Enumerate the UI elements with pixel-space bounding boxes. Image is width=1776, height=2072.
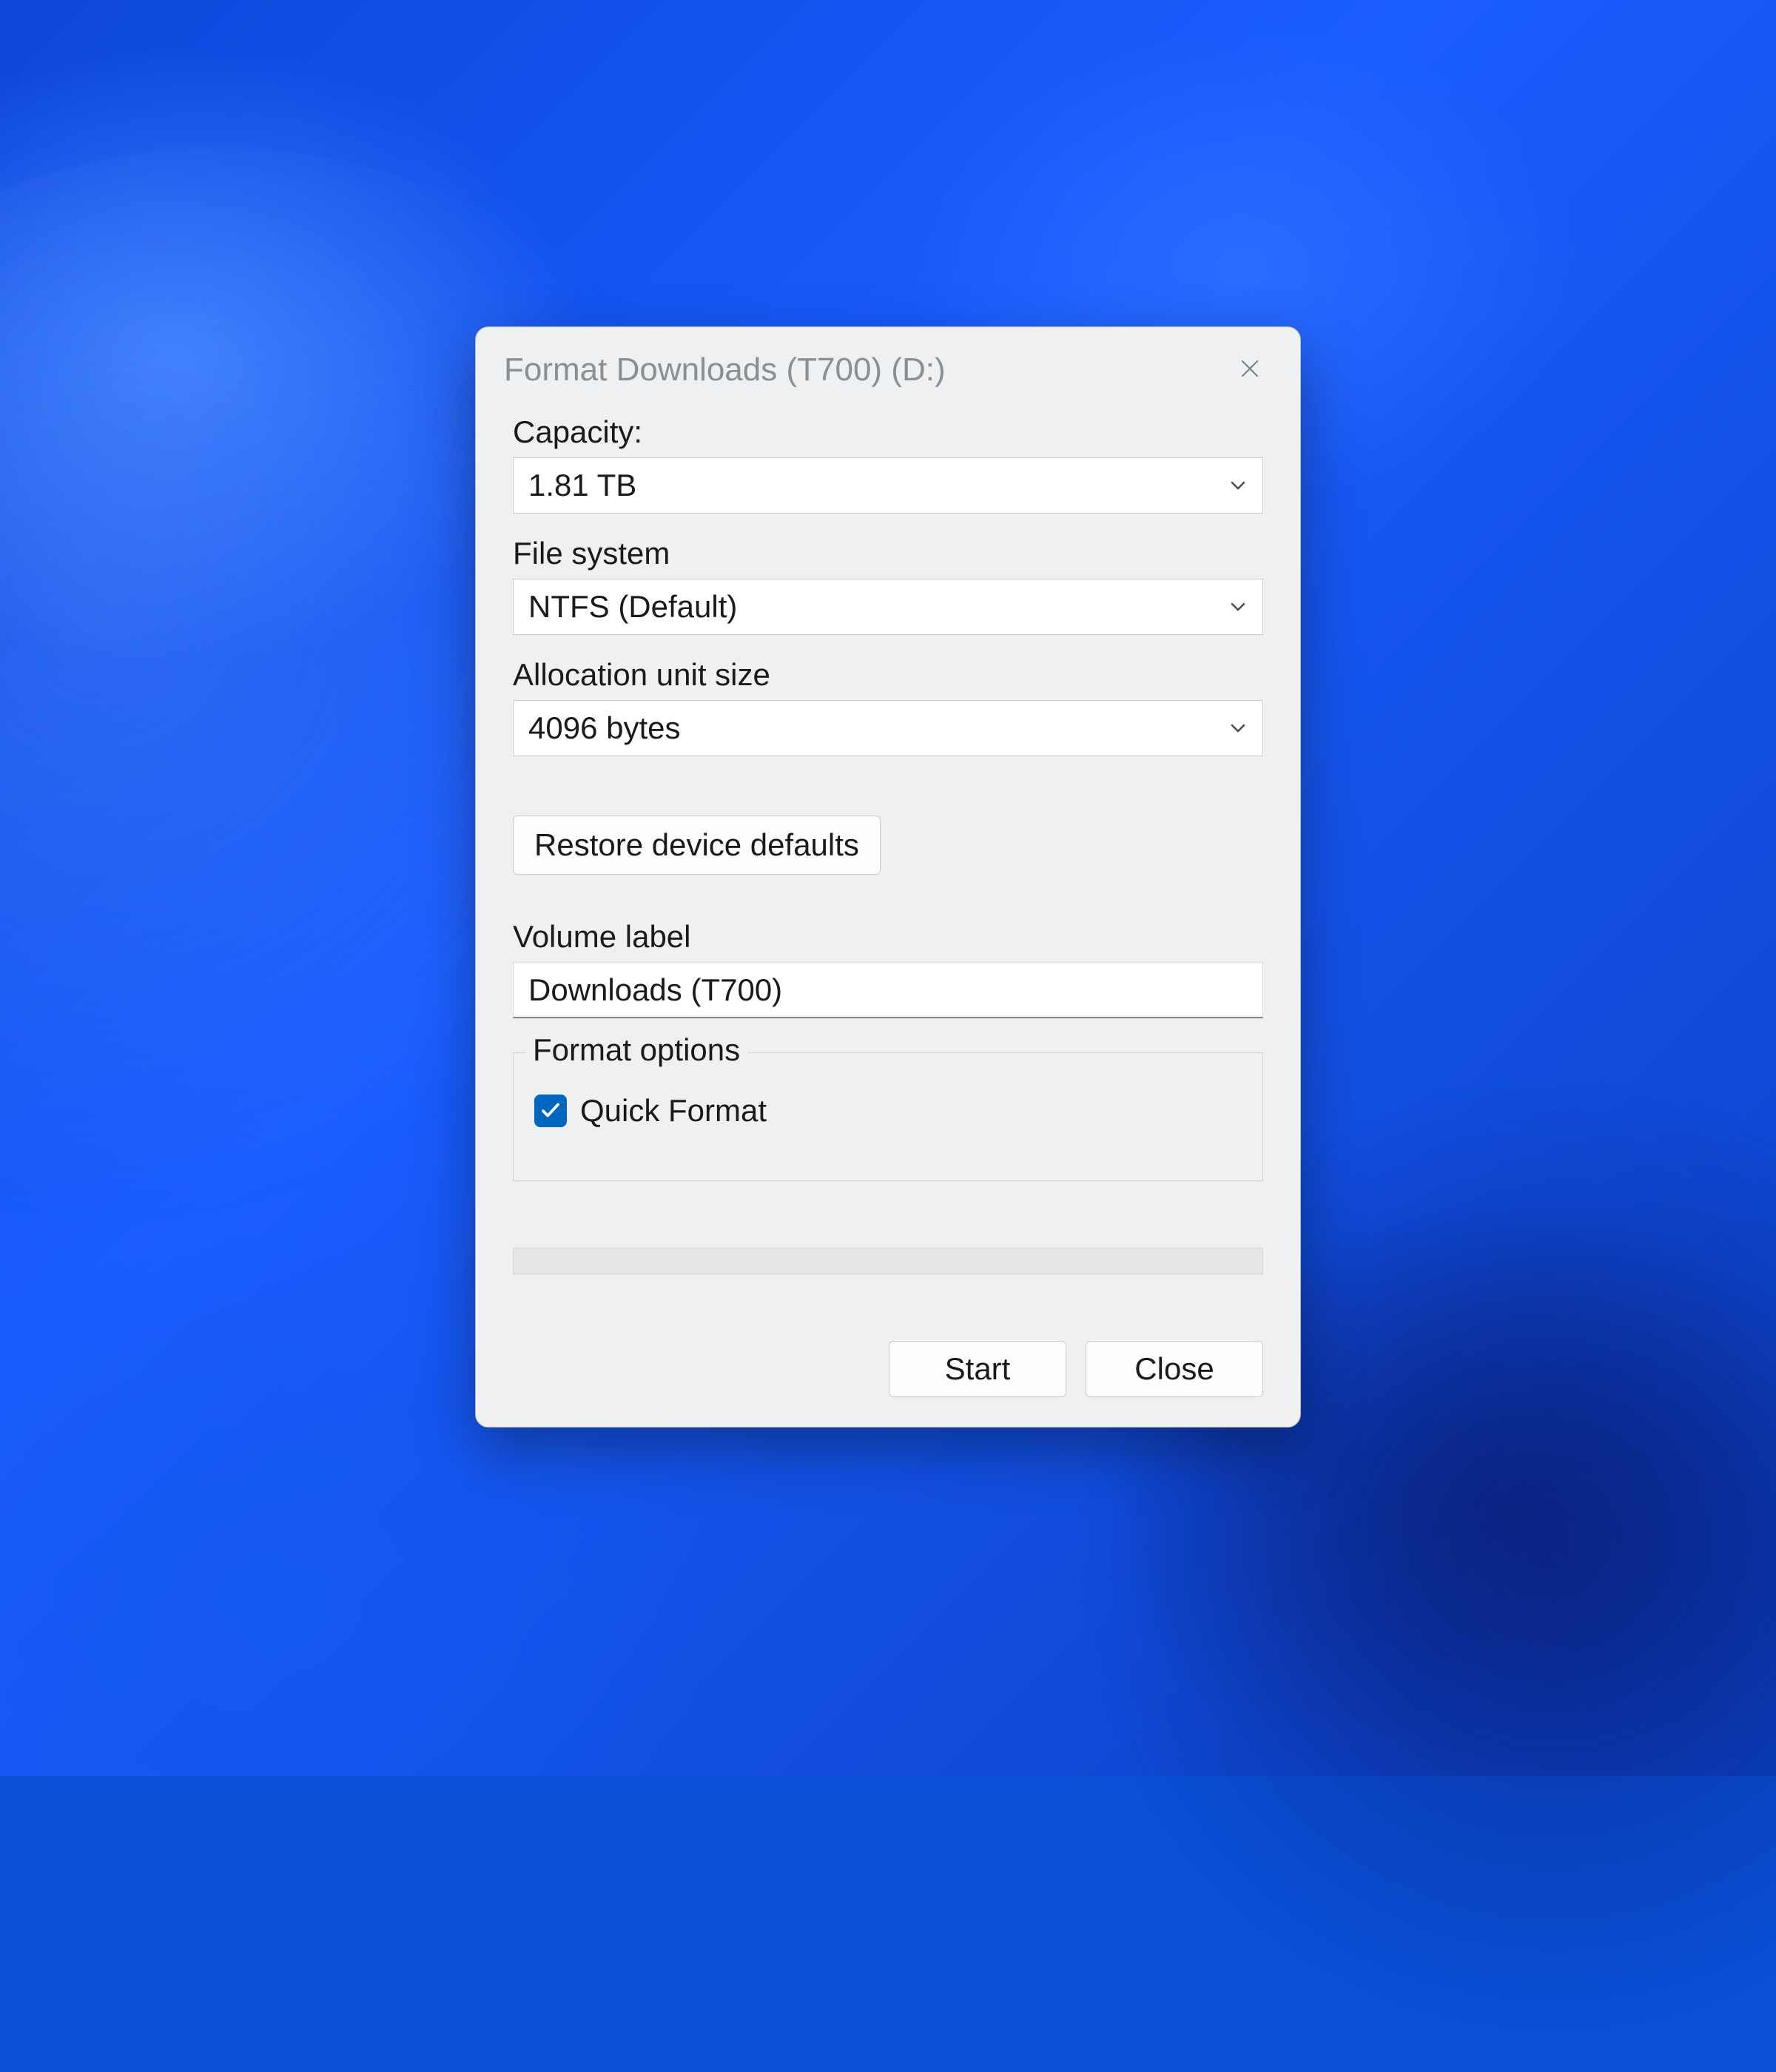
allocation-select[interactable]: 4096 bytes [513, 700, 1263, 756]
chevron-down-icon [1227, 710, 1249, 746]
format-options-group: Format options Quick Format [513, 1052, 1263, 1181]
filesystem-select[interactable]: NTFS (Default) [513, 579, 1263, 635]
chevron-down-icon [1227, 589, 1249, 625]
volume-label-input[interactable] [513, 962, 1263, 1018]
filesystem-value: NTFS (Default) [528, 589, 737, 625]
quick-format-checkbox[interactable] [534, 1094, 567, 1127]
format-dialog: Format Downloads (T700) (D:) Capacity: 1… [475, 326, 1301, 1427]
chevron-down-icon [1227, 468, 1249, 503]
allocation-label: Allocation unit size [513, 657, 1263, 693]
format-progress-bar [513, 1248, 1263, 1274]
dialog-footer: Start Close [513, 1341, 1263, 1397]
check-icon [539, 1093, 562, 1128]
filesystem-label: File system [513, 536, 1263, 571]
start-button[interactable]: Start [889, 1341, 1066, 1397]
restore-defaults-button[interactable]: Restore device defaults [513, 815, 881, 875]
quick-format-label: Quick Format [580, 1093, 767, 1128]
capacity-label: Capacity: [513, 414, 1263, 450]
capacity-value: 1.81 TB [528, 468, 636, 503]
titlebar: Format Downloads (T700) (D:) [476, 327, 1300, 407]
allocation-value: 4096 bytes [528, 710, 681, 746]
close-icon [1238, 357, 1262, 384]
window-title: Format Downloads (T700) (D:) [504, 352, 946, 388]
close-button[interactable]: Close [1086, 1341, 1263, 1397]
volume-label-label: Volume label [513, 919, 1263, 955]
quick-format-checkbox-row[interactable]: Quick Format [534, 1093, 1242, 1128]
dialog-body: Capacity: 1.81 TB File system NTFS (Defa… [476, 407, 1300, 1427]
window-close-button[interactable] [1228, 348, 1272, 392]
capacity-select[interactable]: 1.81 TB [513, 457, 1263, 514]
format-options-legend: Format options [525, 1032, 747, 1068]
